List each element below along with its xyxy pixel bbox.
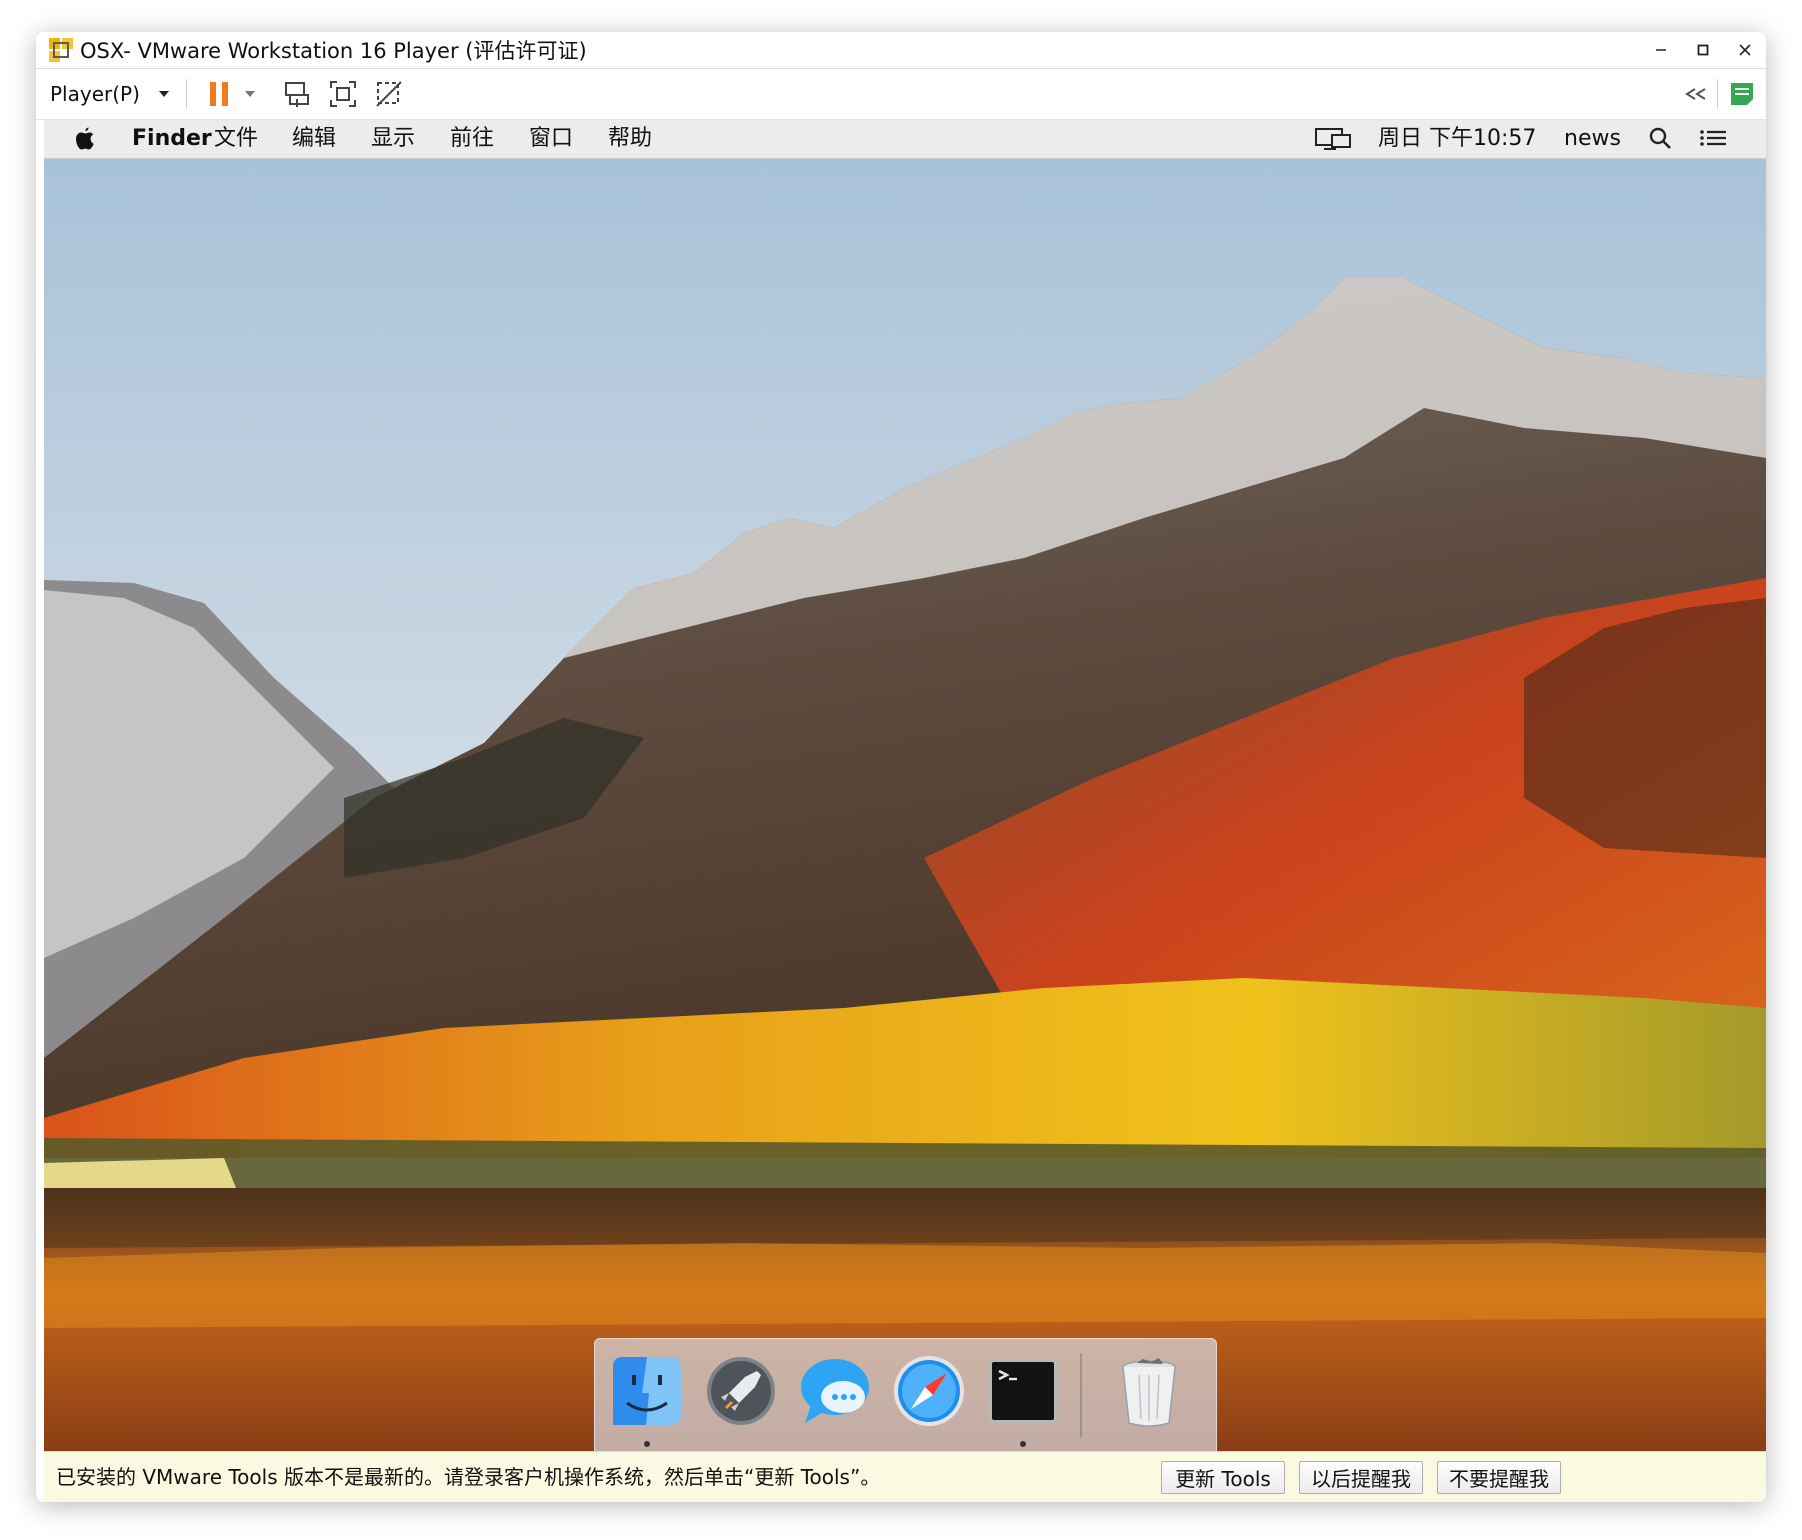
power-dropdown[interactable] <box>240 69 260 119</box>
desktop-wallpaper[interactable] <box>44 158 1766 1451</box>
toolbar-separator <box>1717 79 1718 109</box>
notification-center-icon <box>1700 130 1726 146</box>
dock-safari[interactable] <box>891 1353 967 1429</box>
menu-file[interactable]: 文件 <box>214 120 258 158</box>
send-ctrl-alt-del-button[interactable] <box>280 69 314 119</box>
player-menu-dropdown[interactable] <box>154 69 174 119</box>
menu-view[interactable]: 显示 <box>371 120 415 158</box>
menu-finder[interactable]: Finder <box>132 120 212 158</box>
display-status-item[interactable] <box>1314 120 1354 158</box>
trash-icon <box>1122 1358 1176 1427</box>
dock-finder[interactable] <box>609 1353 685 1429</box>
window-title: OSX- VMware Workstation 16 Player (评估许可证… <box>80 39 587 63</box>
player-menu-label: Player(P) <box>50 82 140 106</box>
fullscreen-icon <box>330 81 356 107</box>
dock-terminal-running-indicator <box>1020 1441 1026 1447</box>
close-button[interactable] <box>1724 32 1766 68</box>
fullscreen-button[interactable] <box>326 69 360 119</box>
menu-go[interactable]: 前往 <box>450 120 494 158</box>
title-bar: OSX- VMware Workstation 16 Player (评估许可证… <box>36 32 1766 69</box>
message-log-button[interactable] <box>1724 69 1760 119</box>
dock-launchpad[interactable] <box>703 1353 779 1429</box>
collapse-toolbar-button[interactable] <box>1680 69 1712 119</box>
close-icon <box>1739 44 1751 56</box>
spotlight-search-icon <box>1649 127 1671 149</box>
pause-button[interactable] <box>202 69 236 119</box>
remind-later-button[interactable]: 以后提醒我 <box>1299 1461 1423 1494</box>
maximize-icon <box>1697 44 1709 56</box>
update-tools-button[interactable]: 更新 Tools <box>1161 1461 1285 1494</box>
vmware-window: OSX- VMware Workstation 16 Player (评估许可证… <box>36 32 1766 1502</box>
minimize-button[interactable] <box>1640 32 1682 68</box>
toolbar-separator <box>186 79 187 109</box>
unity-icon <box>376 81 402 107</box>
vmware-toolbar: Player(P) <box>36 69 1766 120</box>
notification-message: 已安装的 VMware Tools 版本不是最新的。请登录客户机操作系统，然后单… <box>56 1465 881 1489</box>
menu-help[interactable]: 帮助 <box>608 120 652 158</box>
pause-icon <box>210 82 228 106</box>
notification-center-button[interactable] <box>1698 120 1728 158</box>
dock-finder-running-indicator <box>644 1441 650 1447</box>
vmware-tools-notification: 已安装的 VMware Tools 版本不是最新的。请登录客户机操作系统，然后单… <box>44 1451 1766 1502</box>
launchpad-icon <box>707 1357 775 1425</box>
minimize-icon <box>1656 49 1666 51</box>
safari-icon <box>894 1356 964 1426</box>
menu-clock[interactable]: 周日 下午10:57 <box>1378 120 1536 158</box>
menu-user[interactable]: news <box>1564 120 1621 158</box>
dock-messages[interactable] <box>797 1353 873 1429</box>
vmware-icon <box>48 37 74 63</box>
menu-window[interactable]: 窗口 <box>529 120 573 158</box>
apple-icon <box>76 127 94 150</box>
player-menu-button[interactable]: Player(P) <box>50 69 140 119</box>
never-remind-button[interactable]: 不要提醒我 <box>1437 1461 1561 1494</box>
dock-trash[interactable] <box>1111 1353 1187 1429</box>
dock-divider <box>1080 1353 1082 1437</box>
send-ctrl-alt-del-icon <box>285 82 309 107</box>
vm-display[interactable]: Finder 文件 编辑 显示 前往 窗口 帮助 周日 下午10:57 news <box>44 120 1766 1451</box>
chevron-down-icon <box>245 91 255 97</box>
terminal-icon <box>989 1359 1057 1423</box>
spotlight-button[interactable] <box>1648 120 1672 158</box>
apple-menu-button[interactable] <box>74 120 96 158</box>
double-chevron-left-icon <box>1685 88 1706 100</box>
maximize-button[interactable] <box>1682 32 1724 68</box>
messages-icon <box>801 1359 869 1423</box>
message-log-icon <box>1731 83 1753 105</box>
unity-button[interactable] <box>372 69 406 119</box>
menu-edit[interactable]: 编辑 <box>292 120 336 158</box>
finder-icon <box>613 1357 681 1425</box>
display-icon <box>1315 128 1351 150</box>
dock <box>594 1338 1217 1451</box>
dock-terminal[interactable] <box>985 1353 1061 1429</box>
mac-menu-bar: Finder 文件 编辑 显示 前往 窗口 帮助 周日 下午10:57 news <box>44 120 1766 159</box>
chevron-down-icon <box>159 91 169 97</box>
